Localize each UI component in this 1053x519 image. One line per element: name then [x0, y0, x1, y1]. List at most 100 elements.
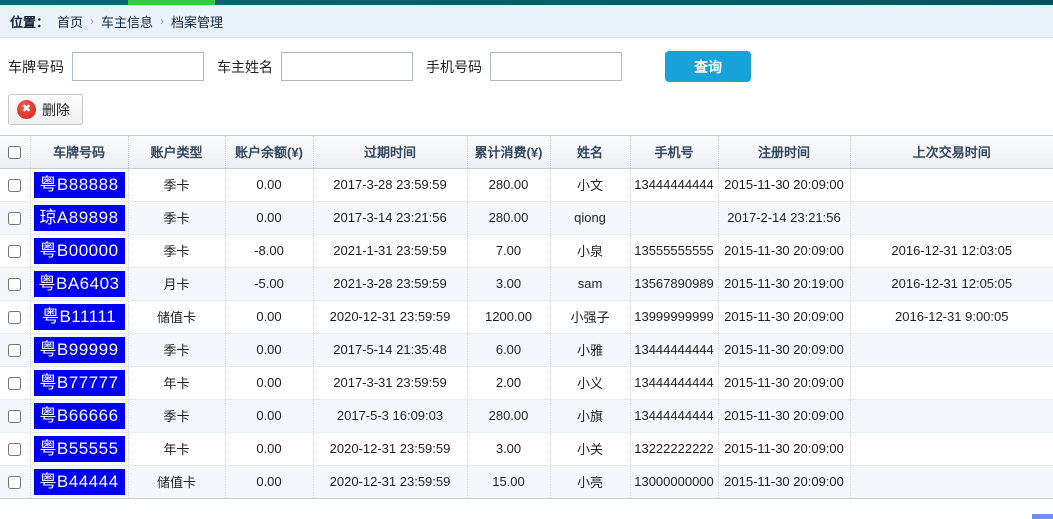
expire-time-cell: 2017-3-28 23:59:59	[313, 168, 467, 201]
balance-cell: 0.00	[225, 366, 313, 399]
total-consume-cell: 1200.00	[467, 300, 550, 333]
total-consume-cell: 280.00	[467, 399, 550, 432]
name-cell: 小文	[550, 168, 630, 201]
phone-cell	[630, 201, 718, 234]
table-header-row: 车牌号码 账户类型 账户余额(¥) 过期时间 累计消费(¥) 姓名 手机号 注册…	[0, 136, 1053, 168]
account-type-cell: 年卡	[128, 432, 225, 465]
phone-cell: 13567890989	[630, 267, 718, 300]
plate-number-input[interactable]	[72, 52, 204, 81]
row-checkbox[interactable]	[8, 443, 21, 456]
register-time-cell: 2015-11-30 20:09:00	[718, 465, 850, 498]
phone-cell: 13999999999	[630, 300, 718, 333]
plate-cell: 粤B00000	[30, 234, 128, 267]
phone-cell: 13000000000	[630, 465, 718, 498]
table-row[interactable]: 粤BA6403 月卡 -5.00 2021-3-28 23:59:59 3.00…	[0, 267, 1053, 300]
name-cell: 小强子	[550, 300, 630, 333]
row-checkbox-cell	[0, 333, 30, 366]
table-body: 粤B88888 季卡 0.00 2017-3-28 23:59:59 280.0…	[0, 168, 1053, 498]
expire-time-cell: 2020-12-31 23:59:59	[313, 432, 467, 465]
last-trade-time-cell: 2016-12-31 12:05:05	[850, 267, 1053, 300]
plate-number-label: 车牌号码	[8, 57, 64, 77]
row-checkbox[interactable]	[8, 245, 21, 258]
query-button[interactable]: 查询	[665, 51, 751, 82]
last-trade-time-cell: 2016-12-31 12:03:05	[850, 234, 1053, 267]
select-all-checkbox[interactable]	[8, 146, 21, 159]
license-plate-badge: 粤B55555	[34, 436, 125, 462]
register-time-cell: 2015-11-30 20:09:00	[718, 300, 850, 333]
total-consume-cell: 3.00	[467, 432, 550, 465]
license-plate-badge: 粤B66666	[34, 403, 125, 429]
row-checkbox[interactable]	[8, 410, 21, 423]
breadcrumb-item-owner-info[interactable]: 车主信息	[101, 12, 153, 31]
table-row[interactable]: 粤B99999 季卡 0.00 2017-5-14 21:35:48 6.00 …	[0, 333, 1053, 366]
row-checkbox-cell	[0, 234, 30, 267]
row-checkbox-cell	[0, 399, 30, 432]
toolbar: ✖ 删除	[0, 94, 1053, 135]
balance-cell: 0.00	[225, 399, 313, 432]
bottom-strip	[0, 509, 1053, 519]
breadcrumb-label: 位置：	[10, 12, 49, 31]
total-consume-cell: 280.00	[467, 201, 550, 234]
balance-cell: 0.00	[225, 168, 313, 201]
row-checkbox[interactable]	[8, 476, 21, 489]
expire-time-cell: 2020-12-31 23:59:59	[313, 465, 467, 498]
owners-table-wrap: 车牌号码 账户类型 账户余额(¥) 过期时间 累计消费(¥) 姓名 手机号 注册…	[0, 135, 1053, 499]
plate-field-group: 车牌号码	[8, 52, 204, 81]
row-checkbox[interactable]	[8, 278, 21, 291]
row-checkbox-cell	[0, 366, 30, 399]
name-cell: qiong	[550, 201, 630, 234]
owner-name-input[interactable]	[281, 52, 413, 81]
breadcrumb-item-archive-mgmt[interactable]: 档案管理	[171, 12, 223, 31]
last-trade-time-cell: 2016-12-31 9:00:05	[850, 300, 1053, 333]
row-checkbox-cell	[0, 267, 30, 300]
header-register-time: 注册时间	[718, 136, 850, 168]
loading-progress-segment	[128, 0, 215, 5]
row-checkbox[interactable]	[8, 311, 21, 324]
total-consume-cell: 6.00	[467, 333, 550, 366]
owner-name-label: 车主姓名	[217, 57, 273, 77]
table-row[interactable]: 粤B88888 季卡 0.00 2017-3-28 23:59:59 280.0…	[0, 168, 1053, 201]
total-consume-cell: 3.00	[467, 267, 550, 300]
row-checkbox[interactable]	[8, 179, 21, 192]
name-cell: 小雅	[550, 333, 630, 366]
delete-button[interactable]: ✖ 删除	[8, 94, 83, 125]
breadcrumb-item-home[interactable]: 首页	[57, 12, 83, 31]
balance-cell: 0.00	[225, 300, 313, 333]
account-type-cell: 季卡	[128, 399, 225, 432]
name-cell: sam	[550, 267, 630, 300]
phone-number-label: 手机号码	[426, 57, 482, 77]
table-row[interactable]: 粤B66666 季卡 0.00 2017-5-3 16:09:03 280.00…	[0, 399, 1053, 432]
last-trade-time-cell	[850, 333, 1053, 366]
table-row[interactable]: 琼A89898 季卡 0.00 2017-3-14 23:21:56 280.0…	[0, 201, 1053, 234]
table-row[interactable]: 粤B00000 季卡 -8.00 2021-1-31 23:59:59 7.00…	[0, 234, 1053, 267]
register-time-cell: 2015-11-30 20:09:00	[718, 432, 850, 465]
phone-cell: 13222222222	[630, 432, 718, 465]
row-checkbox[interactable]	[8, 344, 21, 357]
balance-cell: 0.00	[225, 465, 313, 498]
phone-number-input[interactable]	[490, 52, 622, 81]
breadcrumb: 位置： 首页 › 车主信息 › 档案管理	[0, 5, 1053, 38]
account-type-cell: 季卡	[128, 333, 225, 366]
table-row[interactable]: 粤B77777 年卡 0.00 2017-3-31 23:59:59 2.00 …	[0, 366, 1053, 399]
row-checkbox[interactable]	[8, 377, 21, 390]
account-type-cell: 季卡	[128, 234, 225, 267]
row-checkbox[interactable]	[8, 212, 21, 225]
expire-time-cell: 2017-5-3 16:09:03	[313, 399, 467, 432]
total-consume-cell: 280.00	[467, 168, 550, 201]
table-row[interactable]: 粤B44444 储值卡 0.00 2020-12-31 23:59:59 15.…	[0, 465, 1053, 498]
header-balance: 账户余额(¥)	[225, 136, 313, 168]
license-plate-badge: 琼A89898	[34, 205, 125, 231]
license-plate-badge: 粤BA6403	[34, 271, 125, 297]
table-row[interactable]: 粤B55555 年卡 0.00 2020-12-31 23:59:59 3.00…	[0, 432, 1053, 465]
row-checkbox-cell	[0, 432, 30, 465]
table-row[interactable]: 粤B11111 储值卡 0.00 2020-12-31 23:59:59 120…	[0, 300, 1053, 333]
horizontal-scrollbar-thumb[interactable]	[1032, 514, 1053, 519]
name-cell: 小关	[550, 432, 630, 465]
account-type-cell: 储值卡	[128, 465, 225, 498]
header-name: 姓名	[550, 136, 630, 168]
last-trade-time-cell	[850, 168, 1053, 201]
total-consume-cell: 15.00	[467, 465, 550, 498]
account-type-cell: 季卡	[128, 168, 225, 201]
account-type-cell: 年卡	[128, 366, 225, 399]
last-trade-time-cell	[850, 366, 1053, 399]
